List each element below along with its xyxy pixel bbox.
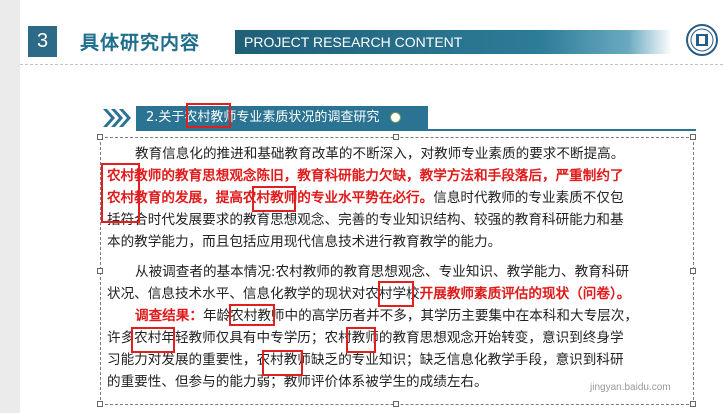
section-title: 具体研究内容: [80, 32, 201, 54]
body-line: 农村教育的发展，提高农村教师的专业水平势在必行。信息时代教师的专业素质不仅包: [107, 190, 624, 206]
body-line: 从被调查者的基本情况:农村教师的教育思想观念、专业知识、教学能力、教育科研: [135, 264, 629, 280]
body-line: 教育信息化的推进和基础教育改革的不断深入，对教师专业素质的要求不断提高。: [135, 146, 625, 162]
subheading-text: 2.关于农村教师专业素质状况的调查研究: [146, 110, 380, 125]
body-line: 本的教学能力，而且包括应用现代信息技术进行教育教学的能力。: [107, 234, 502, 250]
highlight-box: [101, 163, 140, 223]
highlight-box: [131, 327, 175, 353]
highlight-box: [186, 103, 231, 128]
resize-handle-bottom[interactable]: [393, 401, 399, 407]
highlight-box: [229, 304, 275, 326]
university-logo-icon: [686, 24, 718, 56]
highlight-box: [378, 281, 414, 307]
body-line: 调查结果：年龄农村教师中的高学历者并不多，其学历主要集中在本科和大专层次，: [135, 308, 638, 324]
chevron-arrows-icon: [103, 109, 131, 127]
resize-handle-right[interactable]: [690, 268, 696, 274]
editor-left-strip: [0, 0, 20, 413]
resize-handle-top-right[interactable]: [690, 134, 696, 140]
subheading-underline: [136, 129, 696, 131]
resize-handle-bottom-left[interactable]: [97, 401, 103, 407]
resize-handle-bottom-right[interactable]: [690, 401, 696, 407]
resize-handle-top-left[interactable]: [97, 134, 103, 140]
watermark: jingyan.baidu.com: [590, 382, 671, 393]
highlight-box: [262, 350, 303, 376]
header-divider: [20, 64, 723, 65]
resize-handle-top[interactable]: [393, 134, 399, 140]
highlight-box: [252, 186, 296, 212]
body-line: 括符合时代发展要求的教育思想观念、完善的专业知识结构、较强的教育科研能力和基: [107, 212, 624, 228]
section-number-badge: 3: [28, 26, 57, 57]
banner-text: PROJECT RESEARCH CONTENT: [244, 34, 463, 50]
body-line: 状况、信息技术水平、信息化教学的现状对农村学校开展教师素质评估的现状（问卷）。: [107, 286, 631, 302]
highlight-box: [346, 327, 376, 353]
rotate-handle[interactable]: [390, 112, 401, 123]
resize-handle-left[interactable]: [97, 268, 103, 274]
body-line: 农村教师的教育思想观念陈旧，教育科研能力欠缺，教学方法和手段落后，严重制约了: [107, 168, 624, 184]
